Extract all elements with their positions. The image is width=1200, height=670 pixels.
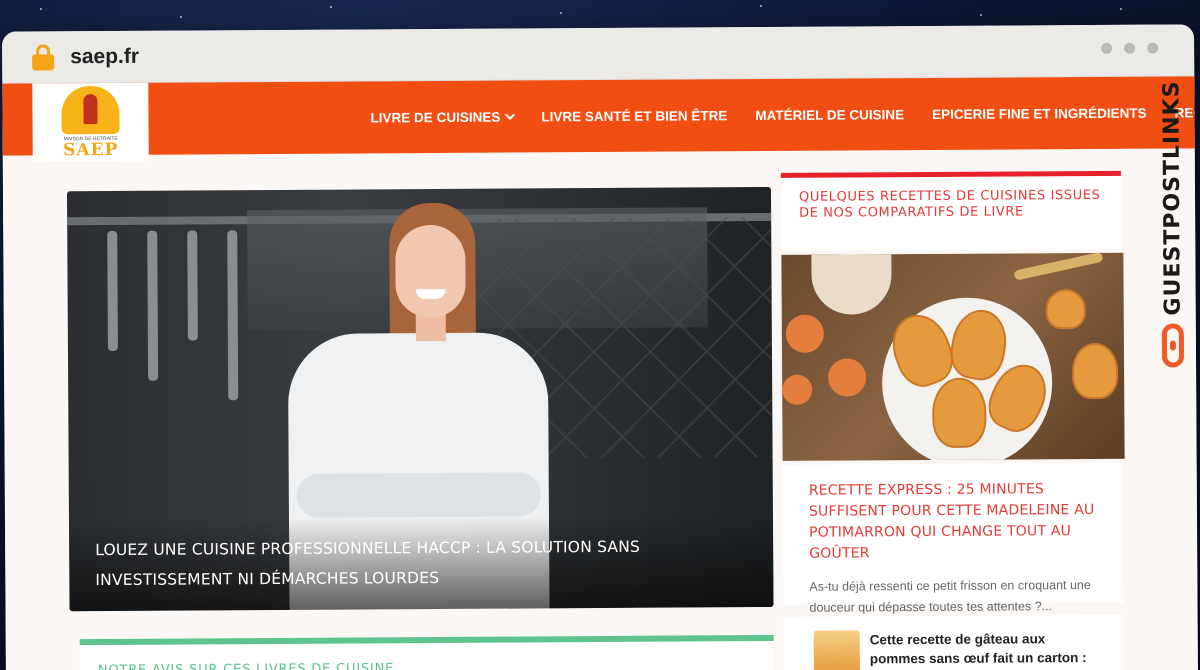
menu-item-label: LIVRE SANTÉ ET BIEN ÊTRE (541, 107, 728, 124)
menu-item-label: MATÉRIEL DE CUISINE (755, 106, 905, 123)
hero-caption[interactable]: LOUEZ UNE CUISINE PROFESSIONNELLE HACCP … (68, 514, 774, 612)
menu-item-livre-de-cuisines[interactable]: LIVRE DE CUISINES (370, 109, 515, 125)
section-title: NOTRE AVIS SUR CES LIVRES DE CUISINE (97, 661, 395, 670)
guestpostlinks-watermark: GUESTPOSTLINKS (1154, 80, 1190, 380)
hero-featured-post[interactable]: LOUEZ UNE CUISINE PROFESSIONNELLE HACCP … (66, 186, 774, 612)
featured-recipe-image[interactable] (781, 252, 1125, 461)
site-logo[interactable]: MAISON DE RETRAITE SAEP (32, 82, 149, 162)
post-thumbnail[interactable] (813, 630, 860, 670)
main-navbar: MAISON DE RETRAITE SAEP LIVRE DE CUISINE… (2, 76, 1198, 162)
chef-emblem-icon (61, 85, 120, 134)
address-bar[interactable]: saep.fr (1, 24, 1195, 84)
sidebar-heading-box: QUELQUES RECETTES DE CUISINES ISSUES DE … (780, 170, 1122, 251)
menu-item-label: EPICERIE FINE ET INGRÉDIENTS (932, 105, 1147, 122)
post-title[interactable]: Cette recette de gâteau aux pommes sans … (870, 629, 1104, 670)
utensil (187, 230, 198, 341)
utensil (107, 230, 118, 352)
utensil (227, 230, 239, 401)
menu-item-epicerie[interactable]: EPICERIE FINE ET INGRÉDIENTS (932, 105, 1147, 121)
featured-recipe-excerpt: As-tu déjà ressenti ce petit frisson en … (809, 578, 1091, 615)
logo-text: SAEP (63, 139, 119, 160)
menu-item-livre-sante[interactable]: LIVRE SANTÉ ET BIEN ÊTRE (541, 108, 727, 124)
url-text[interactable]: saep.fr (70, 44, 139, 68)
website: MAISON DE RETRAITE SAEP LIVRE DE CUISINE… (2, 76, 1199, 670)
window-controls (1101, 42, 1159, 54)
window-dot-icon[interactable] (1101, 42, 1113, 54)
featured-recipe-card[interactable]: RECETTE EXPRESS : 25 MINUTES SUFFISENT P… (782, 462, 1124, 615)
main-menu: LIVRE DE CUISINES LIVRE SANTÉ ET BIEN ÊT… (370, 76, 1198, 153)
sidebar: QUELQUES RECETTES DE CUISINES ISSUES DE … (780, 170, 1125, 670)
window-dot-icon[interactable] (1124, 42, 1136, 54)
list-item[interactable]: Cette recette de gâteau aux pommes sans … (783, 614, 1125, 670)
watermark-text: GUESTPOSTLINKS (1158, 80, 1186, 316)
books-review-section: NOTRE AVIS SUR CES LIVRES DE CUISINE (79, 634, 775, 670)
menu-item-label: LIVRE DE CUISINES (370, 109, 501, 125)
link-icon (1161, 323, 1185, 368)
window-dot-icon[interactable] (1147, 42, 1159, 54)
utensil (147, 230, 159, 381)
sidebar-heading: QUELQUES RECETTES DE CUISINES ISSUES DE … (798, 187, 1101, 221)
featured-recipe-title[interactable]: RECETTE EXPRESS : 25 MINUTES SUFFISENT P… (809, 479, 1102, 565)
chevron-down-icon (504, 109, 515, 120)
lock-icon (32, 43, 55, 70)
menu-item-materiel[interactable]: MATÉRIEL DE CUISINE (755, 107, 904, 123)
browser-window: saep.fr MAISON DE RETRAITE SAEP LIVRE DE… (1, 24, 1199, 670)
